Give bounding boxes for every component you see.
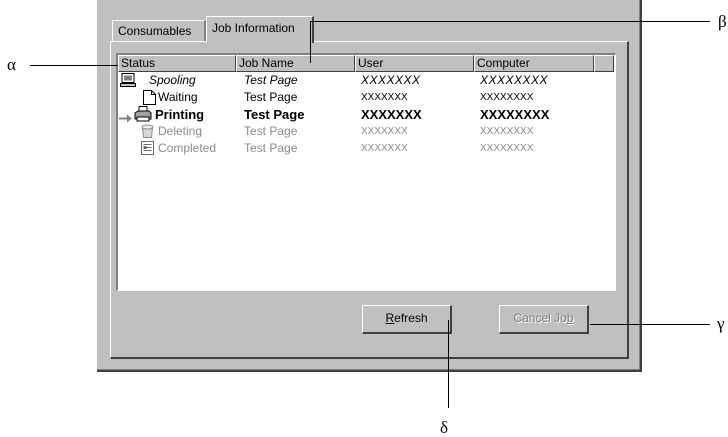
column-header-filler — [594, 55, 614, 72]
row-status: Printing — [155, 107, 205, 122]
row-job-name: Test Page — [244, 141, 298, 155]
refresh-button-accel: R — [385, 311, 395, 325]
row-computer: XXXXXXXX — [480, 126, 534, 137]
row-user: XXXXXXX — [361, 107, 422, 122]
table-row[interactable]: Completed Test Page XXXXXXX XXXXXXXX — [118, 140, 614, 157]
row-status: Deleting — [158, 124, 203, 138]
tab-job-information[interactable]: Job Information — [206, 16, 314, 43]
refresh-button-rest: efresh — [394, 311, 428, 325]
row-job-name: Test Page — [244, 90, 298, 104]
table-row[interactable]: Deleting Test Page XXXXXXX XXXXXXXX — [118, 123, 614, 140]
column-header-user-label: User — [358, 56, 384, 70]
tab-consumables-label: Consumables — [118, 24, 192, 38]
callout-alpha-line — [30, 65, 118, 66]
cancel-job-button-prefix: Cancel Jo — [513, 311, 567, 325]
callout-beta-line-h — [310, 21, 710, 22]
table-row[interactable]: Spooling Test Page XXXXXXX XXXXXXXX — [118, 72, 614, 89]
callout-beta: β — [718, 12, 727, 31]
column-header-status-label: Status — [121, 56, 156, 70]
column-header-computer-label: Computer — [477, 56, 530, 70]
table-row[interactable]: Printing Test Page XXXXXXX XXXXXXXX — [118, 106, 614, 123]
completed-document-icon — [141, 141, 154, 160]
column-header-user[interactable]: User — [355, 55, 474, 72]
callout-gamma: γ — [717, 314, 725, 333]
callout-delta-line — [448, 320, 449, 408]
refresh-button[interactable]: Refresh — [362, 305, 452, 334]
row-user: XXXXXXX — [361, 126, 408, 137]
row-computer: XXXXXXXX — [480, 73, 549, 87]
column-header-status[interactable]: Status — [118, 55, 236, 72]
cancel-job-button[interactable]: Cancel Job — [499, 305, 589, 334]
row-computer: XXXXXXXX — [480, 92, 534, 103]
tab-consumables[interactable]: Consumables — [112, 20, 206, 42]
job-list[interactable]: Status Job Name User Computer Spooling T… — [116, 53, 616, 291]
callout-beta-line-v — [310, 21, 311, 63]
column-header-job-name[interactable]: Job Name — [236, 55, 355, 72]
row-user: XXXXXXX — [361, 92, 408, 103]
row-job-name: Test Page — [244, 124, 298, 138]
tab-job-information-label: Job Information — [212, 21, 295, 35]
callout-delta: δ — [440, 418, 449, 437]
callout-gamma-line — [590, 324, 710, 325]
row-user: XXXXXXX — [361, 143, 408, 154]
column-header-computer[interactable]: Computer — [474, 55, 594, 72]
row-status: Spooling — [149, 73, 196, 87]
row-status: Waiting — [158, 90, 198, 104]
row-user: XXXXXXX — [361, 73, 421, 87]
row-job-name: Test Page — [244, 73, 298, 87]
column-header-job-name-label: Job Name — [239, 56, 294, 70]
row-job-name: Test Page — [244, 107, 305, 122]
callout-alpha: α — [7, 55, 16, 74]
cancel-job-button-accel: b — [566, 311, 574, 325]
row-status: Completed — [158, 141, 217, 155]
row-computer: XXXXXXXX — [480, 107, 550, 122]
table-row[interactable]: Waiting Test Page XXXXXXX XXXXXXXX — [118, 89, 614, 106]
row-computer: XXXXXXXX — [480, 143, 534, 154]
